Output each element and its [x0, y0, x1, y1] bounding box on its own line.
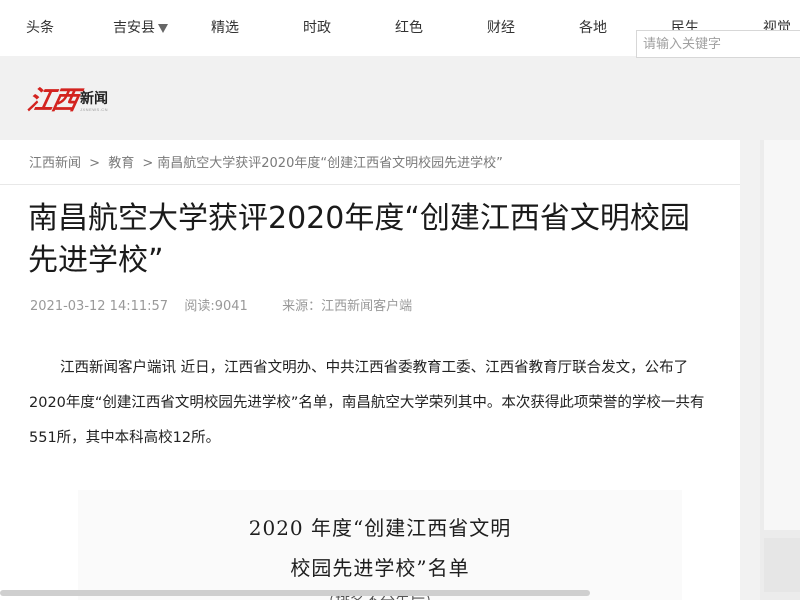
- nav-item-finance[interactable]: 财经: [487, 18, 515, 38]
- logo-mark: 江西: [24, 86, 80, 116]
- breadcrumb: 江西新闻 > 教育 > 南昌航空大学获评2020年度“创建江西省文明校园先进学校”: [29, 155, 503, 173]
- breadcrumb-current[interactable]: 南昌航空大学获评2020年度“创建江西省文明校园先进学校”: [157, 156, 503, 171]
- nav-item-county[interactable]: 吉安县: [113, 18, 168, 38]
- nav-item-county-label: 吉安县: [113, 20, 155, 36]
- breadcrumb-category[interactable]: 教育: [108, 156, 134, 171]
- nav-item-regions[interactable]: 各地: [579, 18, 607, 38]
- header-band: 江西 新闻 JXNEWS.CN: [0, 56, 800, 140]
- document-heading-line2: 校园先进学校”名单: [290, 556, 470, 580]
- breadcrumb-home[interactable]: 江西新闻: [29, 156, 81, 171]
- article-meta: 2021-03-12 14:11:57 阅读:9041 来源：江西新闻客户端: [30, 298, 412, 316]
- search-input[interactable]: [636, 30, 800, 58]
- horizontal-scrollbar[interactable]: [0, 590, 590, 596]
- triangle-down-icon: [158, 24, 168, 33]
- nav-item-politics[interactable]: 时政: [303, 18, 331, 38]
- article-read-count: 阅读:9041: [184, 299, 248, 314]
- sidebar-gap: [740, 140, 760, 600]
- article-datetime: 2021-03-12 14:11:57: [30, 299, 169, 314]
- nav-item-headlines[interactable]: 头条: [26, 18, 54, 38]
- nav-item-red[interactable]: 红色: [395, 18, 423, 38]
- document-heading-line1: 2020 年度“创建江西省文明: [248, 516, 512, 540]
- document-image: 2020 年度“创建江西省文明 校园先进学校”名单 （排名不分先后）: [78, 490, 682, 600]
- logo-text: 新闻: [80, 91, 109, 107]
- nav-item-featured[interactable]: 精选: [211, 18, 239, 38]
- right-panel-scrollbar[interactable]: [764, 140, 800, 530]
- article-source: 来源：江西新闻客户端: [282, 299, 413, 314]
- article-paragraph: 江西新闻客户端讯 近日，江西省文明办、中共江西省委教育工委、江西省教育厅联合发文…: [29, 360, 705, 446]
- breadcrumb-separator: >: [142, 156, 154, 171]
- site-logo[interactable]: 江西 新闻 JXNEWS.CN: [24, 82, 108, 116]
- breadcrumb-divider: [0, 184, 740, 185]
- logo-wordmark: 新闻 JXNEWS.CN: [80, 91, 108, 112]
- article-title: 南昌航空大学获评2020年度“创建江西省文明校园先进学校”: [28, 201, 690, 278]
- right-panel-block: [764, 538, 800, 592]
- logo-subtext: JXNEWS.CN: [80, 107, 109, 112]
- breadcrumb-separator: >: [89, 156, 101, 171]
